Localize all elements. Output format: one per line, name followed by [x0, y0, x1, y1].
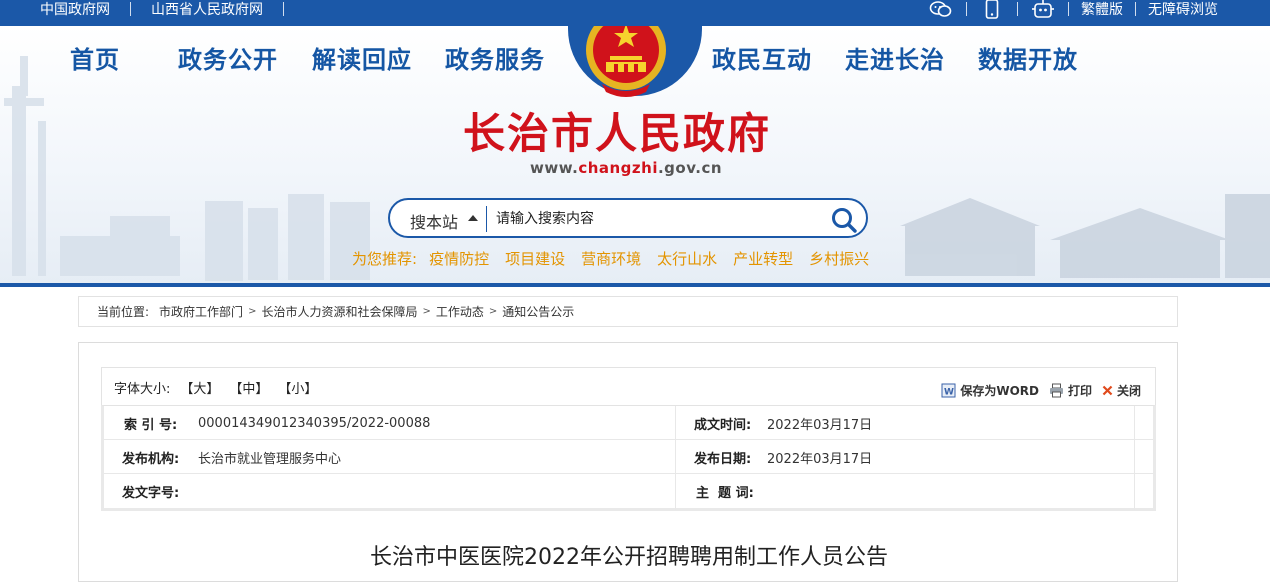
recommend-item[interactable]: 疫情防控 [429, 248, 489, 269]
breadcrumb-item[interactable]: 长治市人力资源和社会保障局 [261, 303, 417, 320]
accessibility-link[interactable]: 无障碍浏览 [1148, 0, 1218, 19]
search-scope-select[interactable]: 搜本站 [410, 209, 458, 233]
divider [1068, 2, 1069, 16]
nav-gov-services[interactable]: 政务服务 [445, 40, 545, 75]
created-date-value: 2022年03月17日 [767, 417, 873, 433]
breadcrumb-item[interactable]: 通知公告公示 [502, 303, 574, 320]
site-title: 长治市人民政府 [463, 109, 772, 158]
recommend-item[interactable]: 产业转型 [733, 248, 793, 269]
nav-about-changzhi[interactable]: 走进长治 [845, 40, 945, 75]
word-document-icon: W [941, 383, 956, 398]
article-actions: W 保存为WORD 打印 关闭 [931, 382, 1141, 399]
close-label: 关闭 [1116, 384, 1141, 398]
font-size-large-button[interactable]: 【大】 [180, 378, 219, 397]
top-bar: 中国政府网 山西省人民政府网 繁體版 无障碍浏览 [0, 0, 1270, 26]
recommend-item[interactable]: 乡村振兴 [809, 248, 869, 269]
caret-up-icon[interactable] [468, 215, 478, 221]
print-label: 打印 [1067, 384, 1092, 398]
recommend-label: 为您推荐: [352, 250, 418, 268]
font-size-switcher: 字体大小: 【大】 【中】 【小】 [114, 378, 327, 397]
chevron-right-icon: > [422, 306, 431, 317]
meta-row: 发文字号: 主 题 词: [104, 474, 1153, 508]
font-size-small-button[interactable]: 【小】 [278, 378, 317, 397]
meta-row: 索 引 号: 000014349012340395/2022-00088 成文时… [104, 406, 1153, 440]
subject-keywords-label: 主 题 词: [696, 485, 754, 501]
divider [283, 2, 284, 16]
site-url[interactable]: www.changzhi.gov.cn [530, 159, 722, 177]
article-toolbar: 字体大小: 【大】 【中】 【小】 W 保存为WORD 打印 关闭 [101, 367, 1156, 405]
print-button[interactable]: 打印 [1049, 382, 1092, 399]
chevron-right-icon: > [248, 306, 257, 317]
link-gov-cn[interactable]: 中国政府网 [40, 0, 110, 19]
breadcrumb: 当前位置: 市政府工作部门 > 长治市人力资源和社会保障局 > 工作动态 > 通… [78, 296, 1178, 327]
breadcrumb-item[interactable]: 工作动态 [436, 303, 484, 320]
save-word-button[interactable]: W 保存为WORD [941, 382, 1039, 399]
wechat-icon[interactable] [928, 0, 954, 18]
divider [130, 2, 131, 16]
publish-date-value: 2022年03月17日 [767, 451, 873, 467]
close-button[interactable]: 关闭 [1102, 382, 1141, 399]
publisher-label: 发布机构: [122, 451, 180, 467]
header-bottom-bar [0, 283, 1270, 287]
site-url-suffix: .gov.cn [657, 159, 723, 177]
publisher-value: 长治市就业管理服务中心 [198, 451, 342, 467]
created-date-label: 成文时间: [694, 417, 752, 433]
link-shanxi-gov[interactable]: 山西省人民政府网 [151, 0, 263, 19]
recommend-item[interactable]: 太行山水 [657, 248, 717, 269]
divider [486, 206, 487, 232]
article-title: 长治市中医医院2022年公开招聘聘用制工作人员公告 [370, 545, 888, 570]
document-number-label: 发文字号: [122, 485, 180, 501]
divider [1135, 2, 1136, 16]
national-emblem-icon [586, 26, 666, 97]
publish-date-label: 发布日期: [694, 451, 752, 467]
nav-open-data[interactable]: 数据开放 [978, 40, 1078, 75]
font-size-medium-button[interactable]: 【中】 [229, 378, 268, 397]
recommend-item[interactable]: 项目建设 [505, 248, 565, 269]
printer-icon [1049, 383, 1063, 398]
divider [1017, 2, 1018, 16]
breadcrumb-item[interactable]: 市政府工作部门 [159, 303, 243, 320]
save-word-label: 保存为WORD [960, 384, 1039, 398]
site-header: 首页 政务公开 解读回应 政务服务 政民互动 走进长治 数据开放 长治市人民政府… [0, 26, 1270, 284]
site-url-highlight: changzhi [578, 159, 658, 177]
traditional-chinese-link[interactable]: 繁體版 [1081, 0, 1123, 19]
recommend-links: 为您推荐: 疫情防控 项目建设 营商环境 太行山水 产业转型 乡村振兴 [352, 248, 885, 269]
nav-gov-affairs-public[interactable]: 政务公开 [178, 40, 278, 75]
chevron-right-icon: > [488, 306, 498, 317]
article-container: 字体大小: 【大】 【中】 【小】 W 保存为WORD 打印 关闭 索 引 号: [78, 342, 1178, 582]
breadcrumb-label: 当前位置: [97, 305, 150, 319]
site-url-prefix: www. [530, 159, 579, 177]
index-number-value: 000014349012340395/2022-00088 [198, 415, 431, 431]
search-input[interactable] [496, 207, 816, 231]
nav-interaction[interactable]: 政民互动 [712, 40, 812, 75]
nav-interpretation[interactable]: 解读回应 [312, 40, 412, 75]
top-links: 中国政府网 山西省人民政府网 [40, 0, 304, 18]
search-icon[interactable] [830, 206, 858, 234]
top-right-tools: 繁體版 无障碍浏览 [928, 0, 1218, 19]
document-meta-table: 索 引 号: 000014349012340395/2022-00088 成文时… [101, 405, 1156, 511]
nav-home[interactable]: 首页 [70, 40, 120, 75]
mobile-icon[interactable] [979, 0, 1005, 19]
divider [966, 2, 967, 16]
close-icon [1102, 385, 1113, 396]
robot-icon[interactable] [1030, 0, 1056, 18]
recommend-item[interactable]: 营商环境 [581, 248, 641, 269]
svg-text:W: W [944, 388, 954, 398]
font-size-label: 字体大小: [114, 382, 171, 397]
meta-row: 发布机构: 长治市就业管理服务中心 发布日期: 2022年03月17日 [104, 440, 1153, 474]
search-box: 搜本站 [388, 198, 868, 238]
index-number-label: 索 引 号: [124, 417, 178, 433]
